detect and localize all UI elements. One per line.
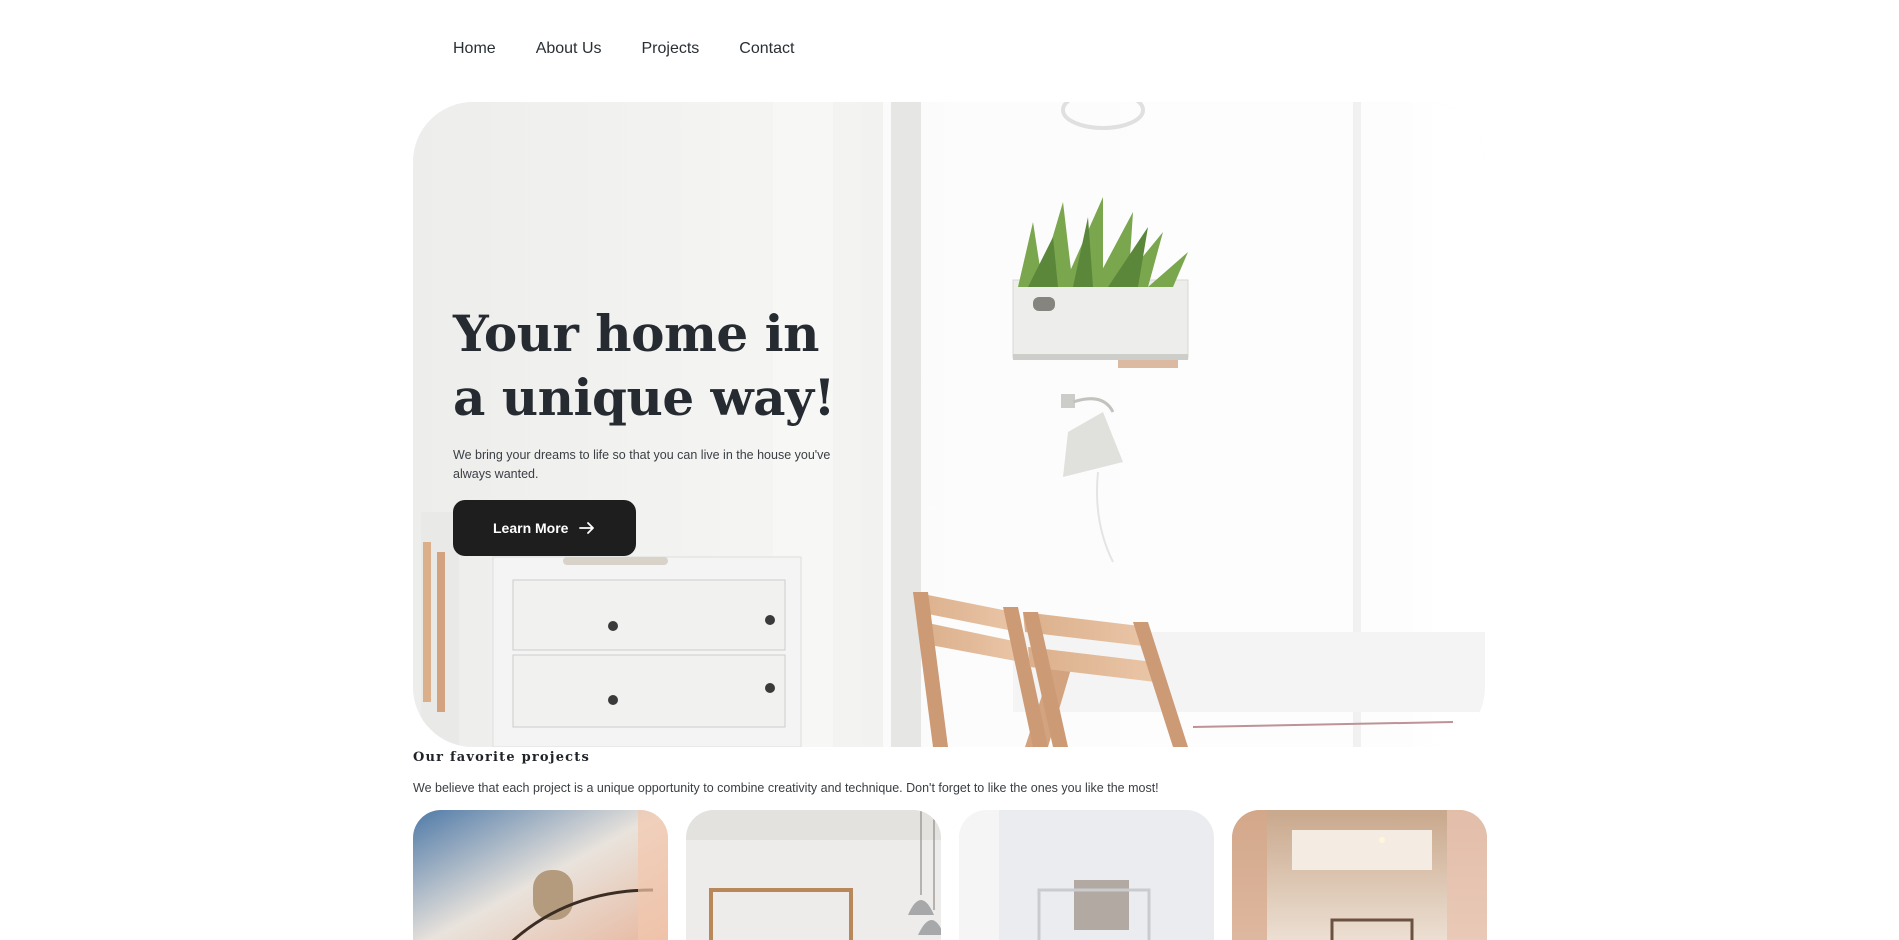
projects-title: Our favorite projects — [413, 750, 591, 765]
project-image-living-room — [1232, 810, 1487, 940]
nav-contact[interactable]: Contact — [739, 40, 794, 58]
project-card[interactable] — [959, 810, 1214, 940]
hero-title: Your home in a unique way! — [453, 304, 835, 427]
project-card[interactable] — [413, 810, 668, 940]
nav-projects[interactable]: Projects — [642, 40, 700, 58]
nav-home[interactable]: Home — [453, 40, 496, 58]
project-image-staircase — [413, 810, 668, 940]
main-nav: Home About Us Projects Contact — [453, 40, 794, 58]
hero-subtitle: We bring your dreams to life so that you… — [453, 448, 831, 481]
arrow-right-icon — [579, 522, 595, 534]
projects-subtitle: We believe that each project is a unique… — [413, 781, 1159, 795]
learn-more-button[interactable]: Learn More — [453, 500, 637, 556]
hero-banner: Your home in a unique way! We bring your… — [413, 102, 1485, 747]
project-card[interactable] — [1232, 810, 1487, 940]
hero-content: Your home in a unique way! We bring your… — [453, 302, 853, 556]
project-card[interactable] — [686, 810, 941, 940]
project-image-pendant-lamps — [686, 810, 941, 940]
nav-about-us[interactable]: About Us — [536, 40, 602, 58]
project-cards — [413, 810, 1487, 940]
learn-more-label: Learn More — [493, 520, 569, 536]
project-image-mirror — [959, 810, 1214, 940]
